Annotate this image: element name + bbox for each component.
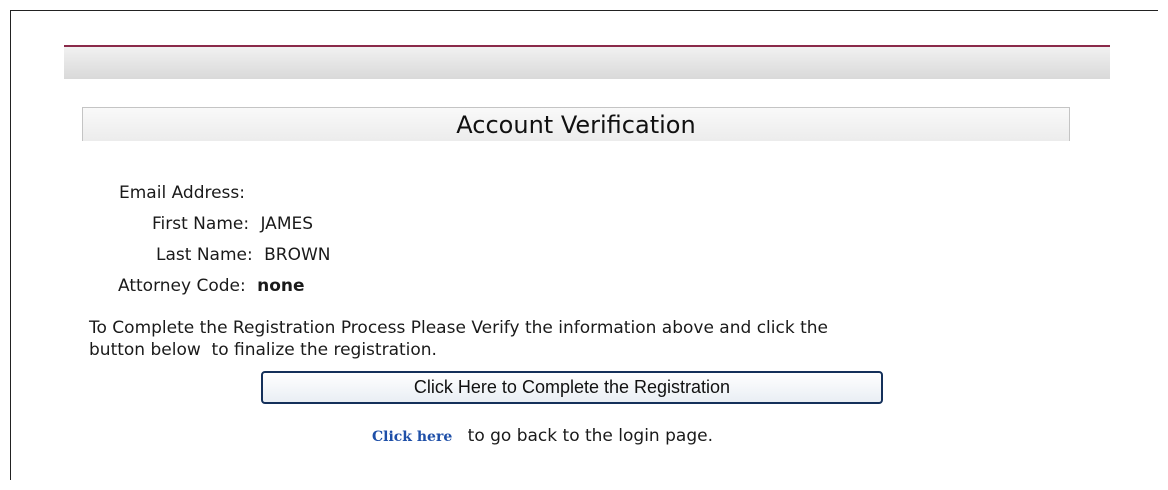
first-name-row: First Name: JAMES (152, 212, 313, 236)
last-name-value: BROWN (264, 245, 331, 265)
complete-registration-button[interactable]: Click Here to Complete the Registration (261, 371, 883, 404)
panel-header: Account Verification (82, 107, 1070, 141)
attorney-code-row: Attorney Code: none (118, 274, 305, 298)
instruction-line-1: To Complete the Registration Process Ple… (89, 318, 828, 338)
first-name-label: First Name: (152, 214, 250, 234)
back-to-login-link[interactable]: Click here (372, 429, 452, 445)
attorney-code-value: none (257, 276, 305, 296)
instruction-line-2: button below to finalize the registratio… (89, 340, 437, 360)
last-name-row: Last Name: BROWN (156, 243, 331, 267)
back-to-login-row: Click here to go back to the login page. (372, 424, 713, 449)
last-name-label: Last Name: (156, 245, 253, 265)
page-title: Account Verification (456, 111, 696, 139)
attorney-code-label: Attorney Code: (118, 276, 246, 296)
back-to-login-text: to go back to the login page. (467, 426, 713, 446)
email-label: Email Address: (119, 183, 245, 203)
top-banner-bar (64, 45, 1110, 79)
first-name-value: JAMES (260, 214, 314, 234)
email-row: Email Address: (119, 181, 256, 205)
instruction-text: To Complete the Registration Process Ple… (89, 317, 1089, 361)
